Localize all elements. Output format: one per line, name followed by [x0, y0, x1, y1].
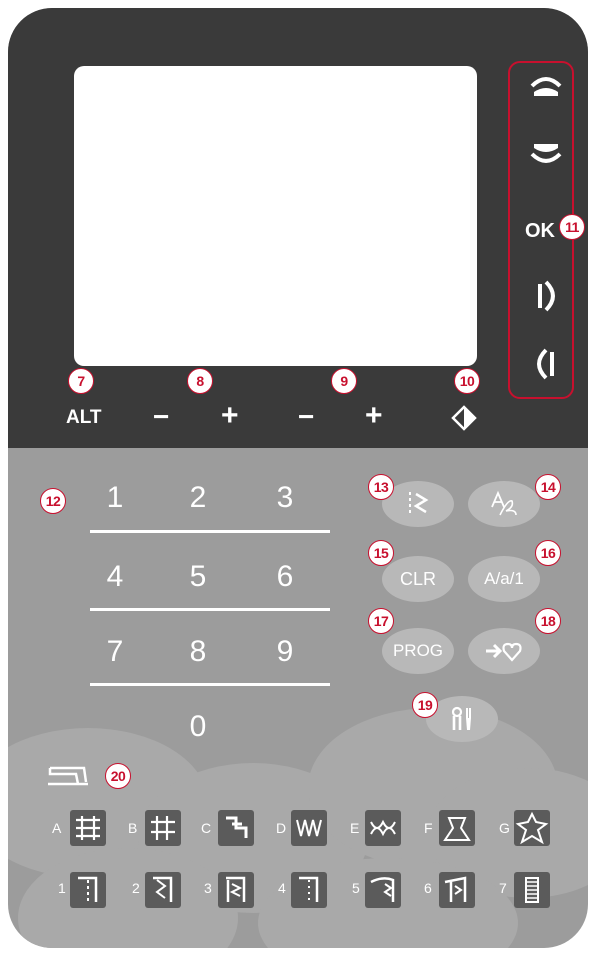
keypad-divider: [90, 608, 330, 611]
key-4[interactable]: 4: [90, 560, 140, 594]
settings-icon: [451, 706, 471, 730]
stitch-icon: [151, 816, 175, 840]
stitch-icon: [370, 877, 395, 902]
callout-9: 9: [331, 368, 357, 394]
stitch-4[interactable]: [291, 872, 327, 908]
stitch-icon: [525, 877, 539, 903]
stitch-number-label: 3: [204, 880, 212, 896]
stitch-icon: [78, 876, 98, 902]
callout-13: 13: [368, 474, 394, 500]
keypad-divider: [90, 683, 330, 686]
arrow-right-icon[interactable]: [528, 278, 564, 314]
callout-16: 16: [535, 540, 561, 566]
stitch-6[interactable]: [439, 872, 475, 908]
case-button[interactable]: A/a/1: [468, 556, 540, 602]
key-1[interactable]: 1: [90, 481, 140, 515]
stitch-icon: [443, 817, 471, 841]
stitch-category-label: G: [499, 820, 510, 836]
stitch-icon: [444, 876, 467, 902]
stitch-icon: [296, 819, 322, 837]
keypad-divider: [90, 530, 330, 533]
stitch-1[interactable]: [70, 872, 106, 908]
callout-12: 12: [40, 488, 66, 514]
stitch-category-c[interactable]: [218, 810, 254, 846]
clr-button[interactable]: CLR: [382, 556, 454, 602]
stitch-icon: [76, 816, 100, 840]
key-6[interactable]: 6: [260, 560, 310, 594]
key-5[interactable]: 5: [173, 560, 223, 594]
callout-8: 8: [187, 368, 213, 394]
minus-button[interactable]: −: [298, 401, 314, 433]
callout-10: 10: [454, 368, 480, 394]
stitch-icon: [226, 816, 248, 838]
stitch-number-label: 1: [58, 880, 66, 896]
plus-button[interactable]: +: [221, 399, 239, 433]
stitch-category-label: C: [201, 820, 212, 836]
callout-11: 11: [559, 214, 585, 240]
key-2[interactable]: 2: [173, 481, 223, 515]
favorites-button[interactable]: [468, 628, 540, 674]
callout-19: 19: [412, 692, 438, 718]
key-8[interactable]: 8: [173, 635, 223, 669]
mirror-icon[interactable]: [451, 405, 477, 431]
stitch-3[interactable]: [218, 872, 254, 908]
callout-15: 15: [368, 540, 394, 566]
stitch-icon: [370, 819, 396, 837]
stitch-number-label: 2: [132, 880, 140, 896]
callout-7: 7: [68, 368, 94, 394]
callout-14: 14: [535, 474, 561, 500]
stitch-category-label: A: [52, 820, 62, 836]
stitch-2[interactable]: [145, 872, 181, 908]
stitch-5[interactable]: [365, 872, 401, 908]
stitch-7[interactable]: [514, 872, 550, 908]
stitch-category-b[interactable]: [145, 810, 181, 846]
stitch-category-e[interactable]: [365, 810, 401, 846]
callout-20: 20: [105, 763, 131, 789]
stitch-icon: [153, 876, 173, 902]
stitch-category-label: D: [276, 820, 287, 836]
stitch-number-label: 6: [424, 880, 432, 896]
font-menu-icon: [491, 490, 517, 516]
key-9[interactable]: 9: [260, 635, 310, 669]
stitch-number-label: 5: [352, 880, 360, 896]
stitch-category-g[interactable]: [514, 810, 550, 846]
minus-button[interactable]: −: [153, 401, 169, 433]
plus-button[interactable]: +: [365, 399, 383, 433]
arrow-up-icon[interactable]: [528, 68, 564, 104]
display-screen: [74, 66, 477, 366]
prog-button[interactable]: PROG: [382, 628, 454, 674]
alt-button[interactable]: ALT: [66, 407, 102, 429]
stitch-category-label: E: [350, 820, 360, 836]
stitch-category-label: F: [424, 820, 433, 836]
key-7[interactable]: 7: [90, 635, 140, 669]
stitch-icon: [299, 876, 319, 902]
key-3[interactable]: 3: [260, 481, 310, 515]
favorites-icon: [486, 642, 522, 662]
stitch-icon: [515, 811, 549, 845]
stitch-category-d[interactable]: [291, 810, 327, 846]
callout-18: 18: [535, 608, 561, 634]
machine-icon[interactable]: [46, 762, 90, 790]
stitch-number-label: 7: [499, 880, 507, 896]
callout-17: 17: [368, 608, 394, 634]
arrow-down-icon[interactable]: [528, 136, 564, 172]
stitch-menu-icon: [409, 492, 429, 516]
stitch-category-a[interactable]: [70, 810, 106, 846]
key-0[interactable]: 0: [173, 710, 223, 744]
font-menu-button[interactable]: [468, 481, 540, 527]
stitch-category-f[interactable]: [439, 810, 475, 846]
ok-button[interactable]: OK: [525, 220, 555, 243]
arrow-left-icon[interactable]: [528, 346, 564, 382]
stitch-number-label: 4: [278, 880, 286, 896]
stitch-icon: [226, 876, 246, 902]
control-panel: OK 7 8 9 10 11 ALT − + − + 12 1 2 3 4 5 …: [8, 8, 588, 948]
stitch-category-label: B: [128, 820, 138, 836]
